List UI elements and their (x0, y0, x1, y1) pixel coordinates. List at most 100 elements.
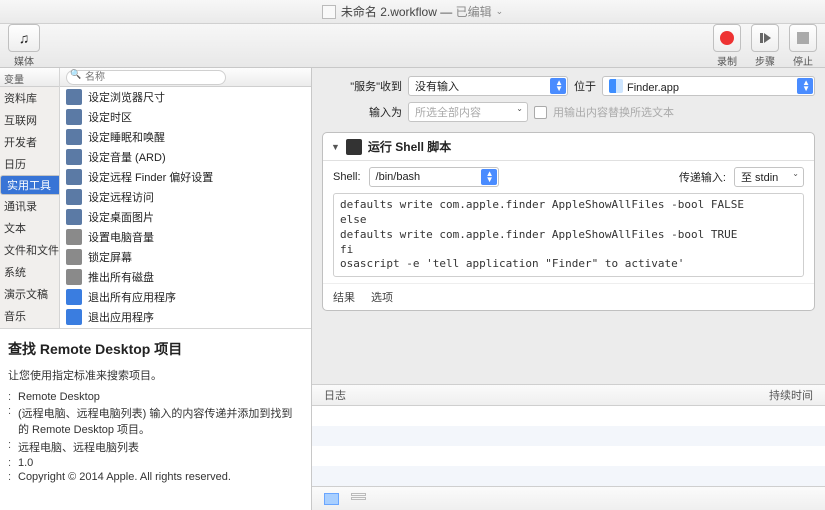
input-as-label: 输入为 (322, 104, 402, 120)
finder-icon (609, 79, 623, 93)
action-item[interactable]: 设定浏览器尺寸 (60, 87, 311, 107)
replace-output-label: 用输出内容替换所选文本 (553, 104, 674, 120)
location-select[interactable]: Finder.app▲▼ (602, 76, 815, 96)
action-label: 设定桌面图片 (88, 209, 154, 225)
action-item[interactable]: 设定时区 (60, 107, 311, 127)
results-tab[interactable]: 结果 (333, 289, 355, 305)
log-column-log[interactable]: 日志 (324, 387, 769, 403)
action-item[interactable]: 设定远程 Finder 偏好设置 (60, 167, 311, 187)
action-label: 设定睡眠和唤醒 (88, 129, 165, 145)
input-as-select[interactable]: 所选全部内容⌄ (408, 102, 528, 122)
action-item[interactable]: 设定桌面图片 (60, 207, 311, 227)
options-tab[interactable]: 选项 (371, 289, 393, 305)
action-label: 退出所有应用程序 (88, 289, 176, 305)
view-switcher (312, 486, 825, 510)
window-title: 未命名 2.workflow — 已编辑 (341, 3, 492, 20)
category-item[interactable]: 资料库 (0, 87, 59, 109)
category-item[interactable]: 通讯录 (0, 195, 59, 217)
record-button[interactable] (713, 24, 741, 52)
category-item[interactable]: 演示文稿 (0, 283, 59, 305)
info-description: 让您使用指定标准来搜索项目。 (8, 367, 303, 383)
action-label: 设定远程访问 (88, 189, 154, 205)
step-title: 运行 Shell 脚本 (368, 138, 451, 155)
category-item[interactable]: 系统 (0, 261, 59, 283)
step-button[interactable] (751, 24, 779, 52)
action-label: 设定浏览器尺寸 (88, 89, 165, 105)
action-icon (66, 229, 82, 245)
library-panel: 变量 资料库互联网开发者日历实用工具通讯录文本文件和文件夹系统演示文稿音乐影片照… (0, 68, 312, 510)
media-button[interactable]: ♫ (8, 24, 40, 52)
workflow-panel: "服务"收到 没有输入▲▼ 位于 Finder.app▲▼ 输入为 所选全部内容… (312, 68, 825, 510)
category-item[interactable]: 实用工具 (0, 175, 60, 195)
service-receives-label: "服务"收到 (322, 78, 402, 94)
action-list-panel: 设定浏览器尺寸设定时区设定睡眠和唤醒设定音量 (ARD) 设定远程 Finder … (60, 68, 311, 328)
action-item[interactable]: 推出所有磁盘 (60, 267, 311, 287)
category-item[interactable]: 开发者 (0, 131, 59, 153)
service-receives-select[interactable]: 没有输入▲▼ (408, 76, 568, 96)
action-item[interactable]: 退出应用程序 (60, 307, 311, 327)
action-icon (66, 309, 82, 325)
category-header: 变量 (0, 68, 59, 87)
category-item[interactable]: 音乐 (0, 305, 59, 327)
category-item[interactable]: 互联网 (0, 109, 59, 131)
action-icon (66, 169, 82, 185)
step-icon (760, 33, 771, 43)
log-body (312, 406, 825, 486)
main-area: 变量 资料库互联网开发者日历实用工具通讯录文本文件和文件夹系统演示文稿音乐影片照… (0, 68, 825, 510)
location-label: 位于 (574, 78, 596, 94)
workflow-step: ▼ 运行 Shell 脚本 Shell: /bin/bash▲▼ 传递输入: 至… (322, 132, 815, 311)
log-column-duration[interactable]: 持续时间 (769, 387, 813, 403)
action-item[interactable]: 退出所有应用程序 (60, 287, 311, 307)
disclosure-triangle-icon[interactable]: ▼ (331, 142, 340, 152)
category-list[interactable]: 变量 资料库互联网开发者日历实用工具通讯录文本文件和文件夹系统演示文稿音乐影片照… (0, 68, 60, 328)
action-list[interactable]: 设定浏览器尺寸设定时区设定睡眠和唤醒设定音量 (ARD) 设定远程 Finder … (60, 87, 311, 328)
view-mode-list-icon[interactable] (351, 493, 366, 505)
action-item[interactable]: 锁定屏幕 (60, 247, 311, 267)
action-icon (66, 249, 82, 265)
pass-input-label: 传递输入: (679, 169, 726, 185)
action-icon (66, 189, 82, 205)
action-label: 设置电脑音量 (88, 229, 154, 245)
script-textarea[interactable]: defaults write com.apple.finder AppleSho… (333, 193, 804, 277)
action-label: 设定时区 (88, 109, 132, 125)
action-item[interactable]: 设定音量 (ARD) (60, 147, 311, 167)
action-label: 退出应用程序 (88, 309, 154, 325)
category-item[interactable]: 日历 (0, 153, 59, 175)
log-header: 日志 持续时间 (312, 384, 825, 406)
action-icon (66, 129, 82, 145)
action-label: 设定音量 (ARD) (88, 149, 166, 165)
chevron-down-icon[interactable]: ⌄ (496, 6, 504, 17)
replace-output-checkbox[interactable] (534, 106, 547, 119)
pass-input-select[interactable]: 至 stdin⌄ (734, 167, 804, 187)
action-label: 推出所有磁盘 (88, 269, 154, 285)
action-item[interactable]: 设置电脑音量 (60, 227, 311, 247)
action-icon (66, 149, 82, 165)
window-titlebar: 未命名 2.workflow — 已编辑 ⌄ (0, 0, 825, 24)
stop-button[interactable] (789, 24, 817, 52)
action-icon (66, 109, 82, 125)
action-label: 锁定屏幕 (88, 249, 132, 265)
shell-label: Shell: (333, 171, 361, 183)
action-label: 设定远程 Finder 偏好设置 (88, 169, 213, 185)
action-item[interactable]: 设定远程访问 (60, 187, 311, 207)
record-icon (720, 31, 734, 45)
stop-icon (797, 32, 809, 44)
toolbar: ♫ 媒体 录制 步骤 停止 (0, 24, 825, 68)
info-title: 查找 Remote Desktop 项目 (8, 339, 303, 359)
category-item[interactable]: 文件和文件夹 (0, 239, 59, 261)
shell-select[interactable]: /bin/bash▲▼ (369, 167, 499, 187)
action-info-panel: 查找 Remote Desktop 项目 让您使用指定标准来搜索项目。 :Rem… (0, 328, 311, 510)
step-header[interactable]: ▼ 运行 Shell 脚本 (323, 133, 814, 161)
terminal-icon (346, 139, 362, 155)
document-icon (322, 5, 336, 19)
action-item[interactable]: 设定睡眠和唤醒 (60, 127, 311, 147)
search-input[interactable] (66, 70, 226, 85)
action-icon (66, 89, 82, 105)
action-icon (66, 269, 82, 285)
action-icon (66, 289, 82, 305)
service-params: "服务"收到 没有输入▲▼ 位于 Finder.app▲▼ 输入为 所选全部内容… (312, 68, 825, 132)
action-icon (66, 209, 82, 225)
media-label: 媒体 (14, 53, 34, 68)
view-mode-workflow-icon[interactable] (324, 493, 339, 505)
category-item[interactable]: 文本 (0, 217, 59, 239)
